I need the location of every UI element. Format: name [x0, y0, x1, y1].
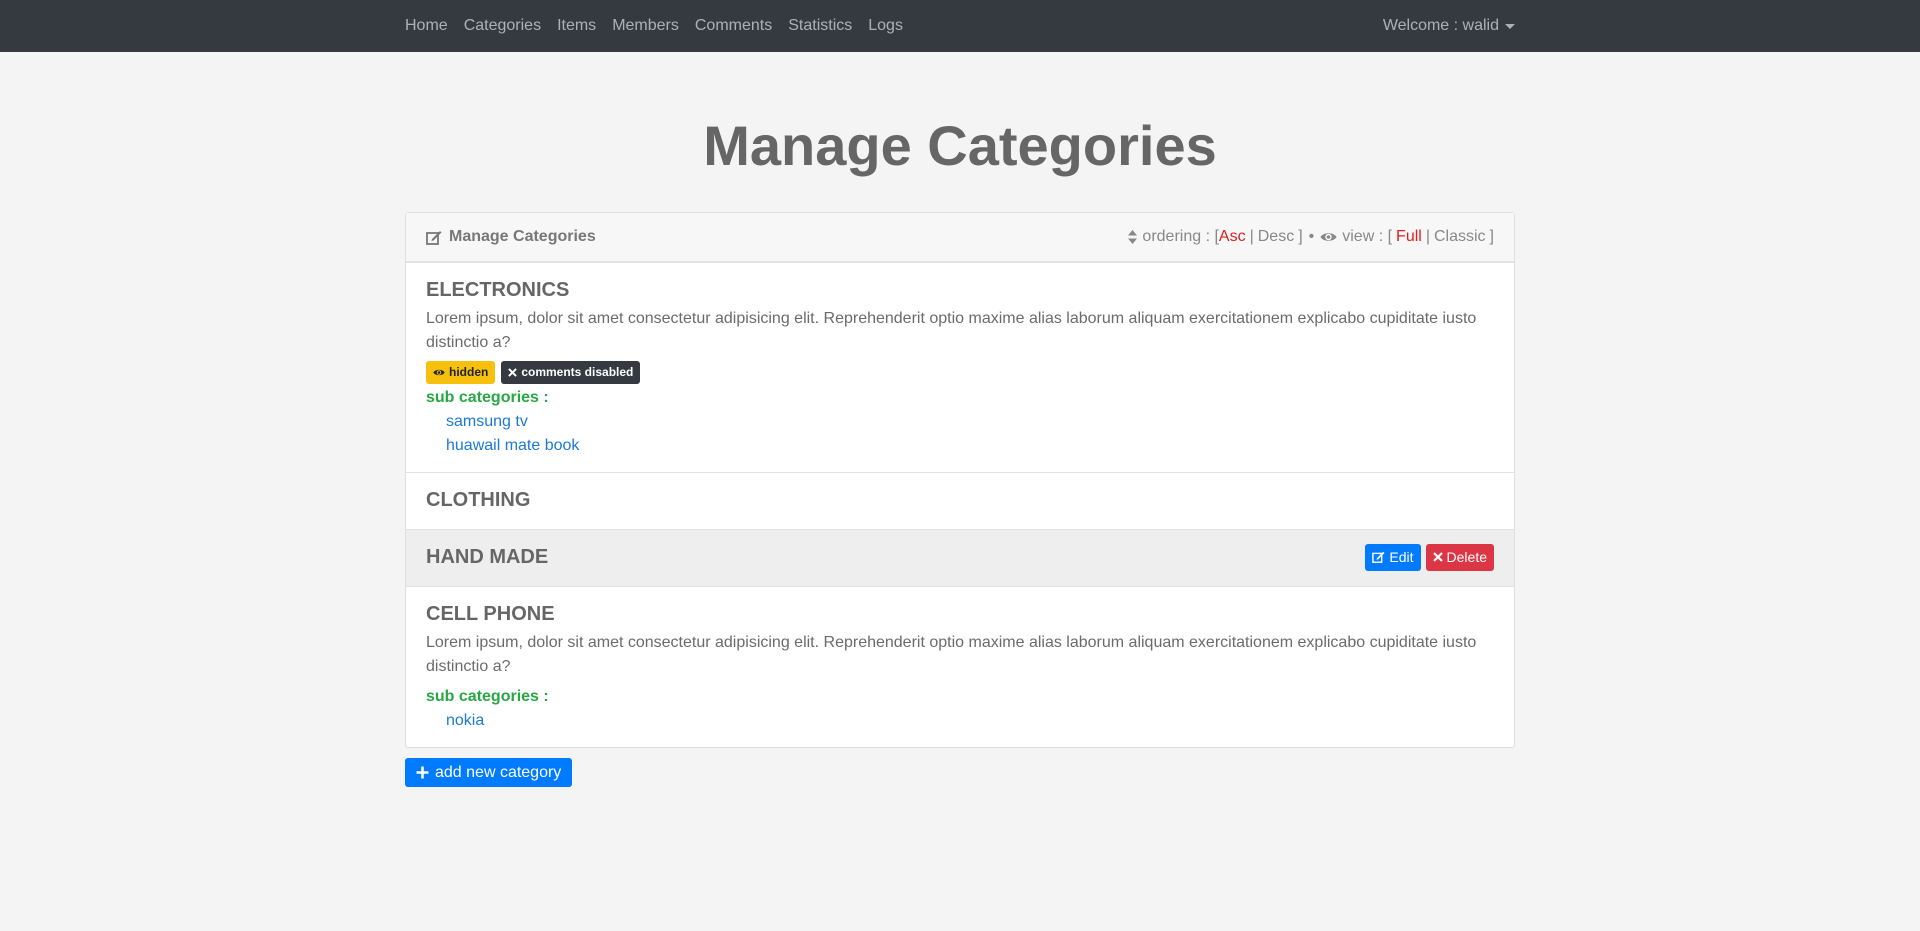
category-name: CLOTHING	[426, 489, 531, 511]
category-name: HAND MADE	[426, 546, 549, 568]
nav-link-home[interactable]: Home	[405, 0, 456, 52]
close-icon	[508, 368, 518, 377]
nav-link-statistics[interactable]: Statistics	[780, 0, 860, 52]
category-item: HAND MADE Edit Delete	[406, 530, 1514, 587]
comments-disabled-badge: comments disabled	[501, 361, 641, 384]
category-item: CLOTHING	[406, 473, 1514, 530]
nav-link-logs[interactable]: Logs	[860, 0, 911, 52]
panel-header: Manage Categories ordering : [ Asc | Des…	[406, 213, 1514, 263]
categories-panel: Manage Categories ordering : [ Asc | Des…	[405, 212, 1515, 748]
eye-icon	[433, 369, 445, 376]
nav-links: Home Categories Items Members Comments S…	[405, 0, 911, 52]
order-desc-link[interactable]: Desc	[1258, 228, 1294, 246]
list-item: nokia	[446, 709, 1494, 733]
sort-icon	[1128, 230, 1138, 244]
edit-icon	[426, 230, 442, 245]
edit-icon	[1372, 551, 1385, 563]
nav-link-members[interactable]: Members	[604, 0, 687, 52]
view-label: view : [	[1342, 228, 1393, 245]
user-dropdown[interactable]: Welcome : walid	[1383, 17, 1515, 35]
sub-category-link[interactable]: samsung tv	[446, 413, 528, 430]
list-item: huawail mate book	[446, 434, 1494, 458]
sub-categories-list: samsung tv huawail mate book	[426, 410, 1494, 458]
nav-link-comments[interactable]: Comments	[687, 0, 780, 52]
add-category-label: add new category	[435, 763, 562, 781]
view-full-link[interactable]: Full	[1396, 228, 1422, 246]
plus-icon	[416, 766, 429, 779]
sub-category-link[interactable]: nokia	[446, 712, 484, 729]
category-description: Lorem ipsum, dolor sit amet consectetur …	[426, 634, 1477, 675]
add-category-button[interactable]: add new category	[405, 758, 573, 787]
category-actions: Edit Delete	[1365, 543, 1494, 571]
category-name: CELL PHONE	[426, 603, 555, 625]
delete-button-label: Delete	[1446, 549, 1487, 565]
sub-categories-title: sub categories :	[426, 688, 549, 705]
chevron-down-icon	[1505, 23, 1515, 29]
eye-icon	[1320, 233, 1337, 241]
bullet-separator: •	[1308, 228, 1315, 245]
comments-badge-label: comments disabled	[521, 365, 634, 379]
close-icon	[1432, 552, 1443, 562]
order-asc-link[interactable]: Asc	[1219, 228, 1246, 246]
nav-link-items[interactable]: Items	[549, 0, 604, 52]
edit-button[interactable]: Edit	[1365, 543, 1421, 571]
user-welcome-label: Welcome : walid	[1382, 17, 1499, 34]
add-category-wrapper: add new category	[405, 758, 1515, 787]
navbar-inner: Home Categories Items Members Comments S…	[405, 0, 1515, 52]
hidden-badge-label: hidden	[449, 365, 489, 379]
top-navbar: Home Categories Items Members Comments S…	[0, 0, 1920, 52]
edit-button-label: Edit	[1389, 549, 1414, 565]
ordering-label: ordering : [	[1142, 228, 1219, 245]
panel-title-text: Manage Categories	[449, 228, 596, 245]
category-item: ELECTRONICS Lorem ipsum, dolor sit amet …	[406, 263, 1514, 473]
view-close-bracket: ]	[1489, 228, 1494, 245]
category-item: CELL PHONE Lorem ipsum, dolor sit amet c…	[406, 587, 1514, 747]
sub-category-link[interactable]: huawail mate book	[446, 437, 579, 454]
hidden-badge: hidden	[426, 361, 496, 384]
sub-categories-list: nokia	[426, 709, 1494, 733]
panel-options: ordering : [ Asc | Desc ] • view : [ Ful…	[1128, 228, 1494, 246]
separator: |	[1249, 228, 1254, 245]
delete-button[interactable]: Delete	[1425, 543, 1494, 571]
list-item: samsung tv	[446, 410, 1494, 434]
sub-categories-title: sub categories :	[426, 389, 549, 406]
separator: |	[1425, 228, 1430, 245]
panel-title: Manage Categories	[426, 228, 596, 246]
view-classic-link[interactable]: Classic	[1434, 228, 1486, 246]
page-title: Manage Categories	[703, 114, 1217, 177]
category-description: Lorem ipsum, dolor sit amet consectetur …	[426, 310, 1477, 351]
category-badges: hidden comments disabled	[426, 361, 1494, 384]
ordering-close-bracket: ]	[1298, 228, 1303, 245]
category-name: ELECTRONICS	[426, 279, 570, 301]
nav-link-categories[interactable]: Categories	[456, 0, 549, 52]
